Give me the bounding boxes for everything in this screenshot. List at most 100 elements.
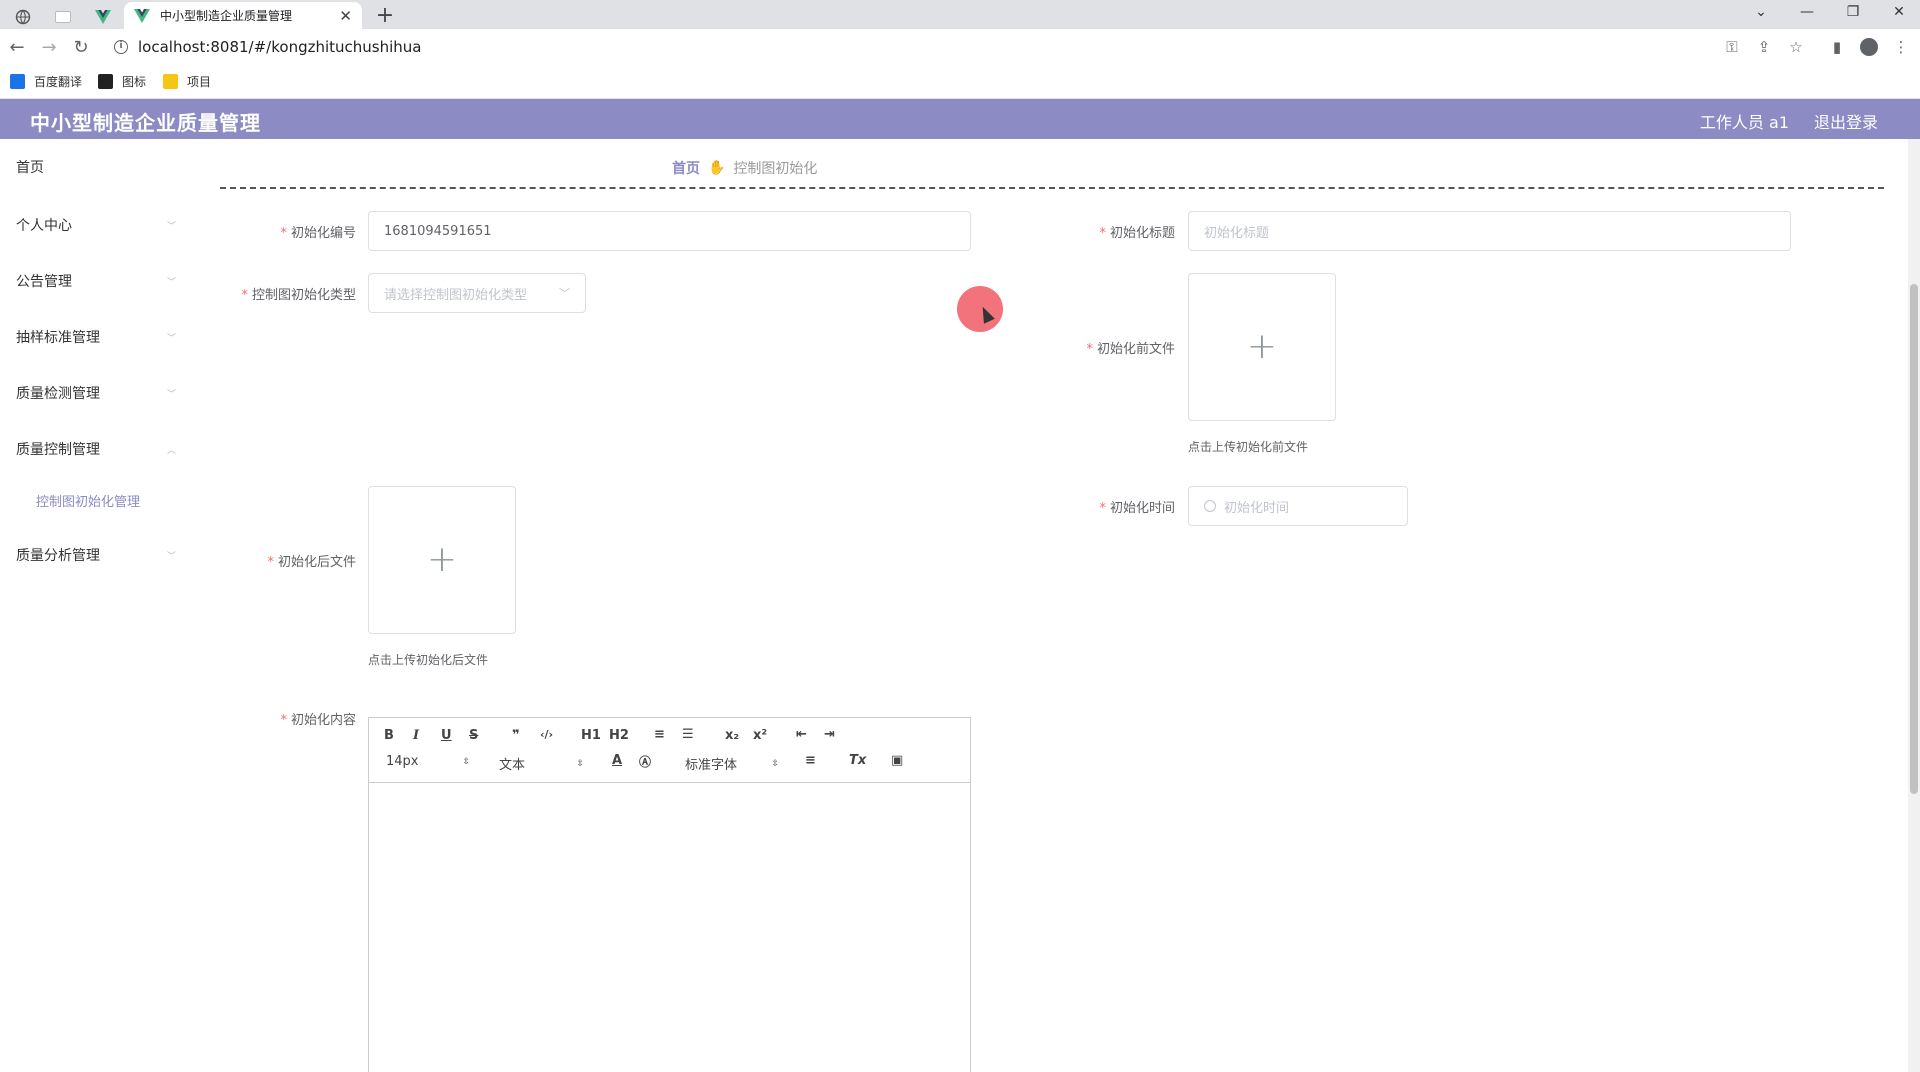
chevron-down-icon: ﹀	[166, 551, 176, 562]
new-tab-plus-icon[interactable]: +	[372, 2, 398, 28]
before-file-label: * 初始化前文件	[1086, 342, 1175, 357]
font-size-value: 14px	[386, 754, 419, 769]
indent-button[interactable]: ⇥	[824, 727, 835, 742]
sidebar-item-inspection[interactable]: 质量检测管理 ﹀	[16, 383, 176, 403]
tab-close-icon[interactable]: ✕	[339, 7, 352, 25]
sidebar-item-label: 质量检测管理	[16, 386, 100, 402]
after-file-label: * 初始化后文件	[267, 555, 356, 570]
clock-icon	[1204, 500, 1216, 512]
before-file-upload[interactable]: +	[1188, 273, 1336, 421]
bullet-list-button[interactable]: ☰	[682, 727, 694, 742]
code-input[interactable]: 1681094591651	[368, 211, 971, 251]
rich-text-editor: B I U S ❞ ‹/› H1 H2 ≡ ☰ x₂ x² ⇤ ⇥ 14px ⇳…	[368, 717, 971, 1072]
text-type-value: 文本	[499, 758, 526, 773]
chevron-down-icon: ﹀	[166, 221, 176, 232]
app-header: 中小型制造企业质量管理 工作人员 a1 退出登录	[0, 99, 1920, 139]
type-select[interactable]: 请选择控制图初始化类型 ﹀	[368, 273, 586, 313]
bookmarks-bar: 百度翻译 图标 项目	[0, 65, 1920, 99]
tab-search-chevron-icon[interactable]: ⌄	[1738, 0, 1784, 24]
reload-icon[interactable]: ↻	[68, 34, 94, 60]
sidebar: 首页 个人中心 ﹀ 公告管理 ﹀ 抽样标准管理 ﹀ 质量检测管理 ﹀ 质量控制管…	[0, 139, 190, 1072]
sidebar-item-analysis[interactable]: 质量分析管理 ﹀	[16, 545, 176, 565]
profile-avatar-icon[interactable]	[1859, 37, 1879, 57]
chevron-down-icon: ﹀	[166, 389, 176, 400]
updown-arrow-icon: ⇳	[462, 756, 470, 767]
sidebar-subitem-chart-init[interactable]: 控制图初始化管理	[36, 491, 140, 510]
back-arrow-icon[interactable]: ←	[4, 34, 30, 60]
code-label: * 初始化编号	[280, 226, 356, 241]
font-color-icon[interactable]: A	[612, 753, 622, 768]
url-omnibox[interactable]: i localhost:8081/#/kongzhituchushihua	[104, 33, 1744, 61]
share-icon[interactable]: ⇪	[1754, 37, 1774, 57]
bookmark-project[interactable]: 项目	[163, 73, 211, 90]
bookmark-label: 百度翻译	[34, 75, 83, 89]
type-label: * 控制图初始化类型	[241, 288, 356, 303]
subscript-button[interactable]: x₂	[725, 728, 739, 743]
after-file-upload[interactable]: +	[368, 486, 516, 634]
code-block-button[interactable]: ‹/›	[540, 728, 553, 741]
window-close-icon[interactable]: ✕	[1876, 0, 1920, 24]
translate-icon	[10, 74, 25, 89]
browser-address-bar: ← → ↻ i localhost:8081/#/kongzhituchushi…	[0, 29, 1920, 65]
key-icon[interactable]: ⚿	[1722, 37, 1742, 57]
browser-tab-bar: 中小型制造企业质量管理 ✕ + ⌄ — ❐ ✕	[0, 0, 1920, 29]
sidebar-item-control[interactable]: 质量控制管理 ︿	[16, 439, 176, 459]
sidebar-item-label: 质量分析管理	[16, 548, 100, 564]
breadcrumb-home[interactable]: 首页	[672, 158, 700, 178]
hand-icon: ✋	[708, 160, 726, 176]
align-icon[interactable]: ≡	[805, 753, 816, 768]
breadcrumb-divider	[220, 187, 1884, 189]
outdent-button[interactable]: ⇤	[796, 727, 807, 742]
site-info-icon[interactable]: i	[114, 40, 128, 54]
active-tab-title: 中小型制造企业质量管理	[160, 9, 293, 23]
image-icon	[98, 74, 113, 89]
url-text: localhost:8081/#/kongzhituchushihua	[138, 38, 422, 56]
h2-button[interactable]: H2	[609, 728, 629, 743]
browser-menu-icon[interactable]: ⋮	[1891, 37, 1911, 57]
scrollbar-thumb[interactable]	[1910, 284, 1918, 794]
sidebar-item-personal-center[interactable]: 个人中心 ﹀	[16, 215, 176, 235]
tab-blank-icon[interactable]	[44, 4, 82, 29]
folder-icon	[163, 74, 178, 89]
tab-globe-icon[interactable]	[4, 4, 42, 29]
side-panel-icon[interactable]: ▮	[1827, 37, 1847, 57]
logout-link[interactable]: 退出登录	[1814, 109, 1878, 133]
title-input[interactable]: 初始化标题	[1188, 211, 1791, 251]
bookmark-label: 项目	[187, 75, 212, 89]
font-size-picker[interactable]: 14px ⇳	[386, 754, 470, 769]
page-scrollbar[interactable]	[1908, 139, 1920, 1072]
editor-content-area[interactable]	[369, 784, 970, 1072]
font-family-value: 标准字体	[685, 758, 738, 773]
background-color-icon[interactable]: Ⓐ	[639, 753, 651, 770]
sidebar-item-label: 质量控制管理	[16, 442, 100, 458]
bookmark-icons[interactable]: 图标	[98, 73, 146, 90]
insert-image-icon[interactable]: ▣	[891, 753, 903, 768]
time-picker[interactable]: 初始化时间	[1188, 486, 1408, 526]
forward-arrow-icon[interactable]: →	[36, 34, 62, 60]
ordered-list-button[interactable]: ≡	[654, 727, 665, 742]
active-tab[interactable]: 中小型制造企业质量管理 ✕	[124, 2, 362, 29]
superscript-button[interactable]: x²	[753, 728, 767, 743]
bookmark-baidu-translate[interactable]: 百度翻译	[10, 73, 82, 90]
bold-button[interactable]: B	[384, 728, 394, 743]
clear-format-icon[interactable]: Tx	[849, 753, 866, 768]
bookmark-star-icon[interactable]: ☆	[1786, 37, 1806, 57]
sidebar-item-label: 首页	[16, 160, 44, 176]
sidebar-item-sampling[interactable]: 抽样标准管理 ﹀	[16, 327, 176, 347]
window-minimize-icon[interactable]: —	[1784, 0, 1830, 24]
sidebar-item-home[interactable]: 首页	[16, 157, 176, 177]
window-restore-icon[interactable]: ❐	[1830, 0, 1876, 24]
blockquote-button[interactable]: ❞	[512, 728, 520, 743]
strike-button[interactable]: S	[469, 728, 478, 743]
underline-button[interactable]: U	[441, 728, 452, 743]
sidebar-item-label: 个人中心	[16, 218, 72, 234]
header-type-picker[interactable]: 文本 ⇳	[499, 754, 584, 773]
current-user: 工作人员 a1	[1699, 113, 1789, 132]
sidebar-item-notice[interactable]: 公告管理 ﹀	[16, 271, 176, 291]
font-family-picker[interactable]: 标准字体 ⇳	[685, 754, 779, 773]
chevron-down-icon: ﹀	[166, 277, 176, 288]
before-file-hint: 点击上传初始化前文件	[1188, 440, 1309, 454]
tab-vue-icon[interactable]	[84, 4, 122, 29]
italic-button[interactable]: I	[413, 728, 419, 743]
h1-button[interactable]: H1	[581, 728, 601, 743]
